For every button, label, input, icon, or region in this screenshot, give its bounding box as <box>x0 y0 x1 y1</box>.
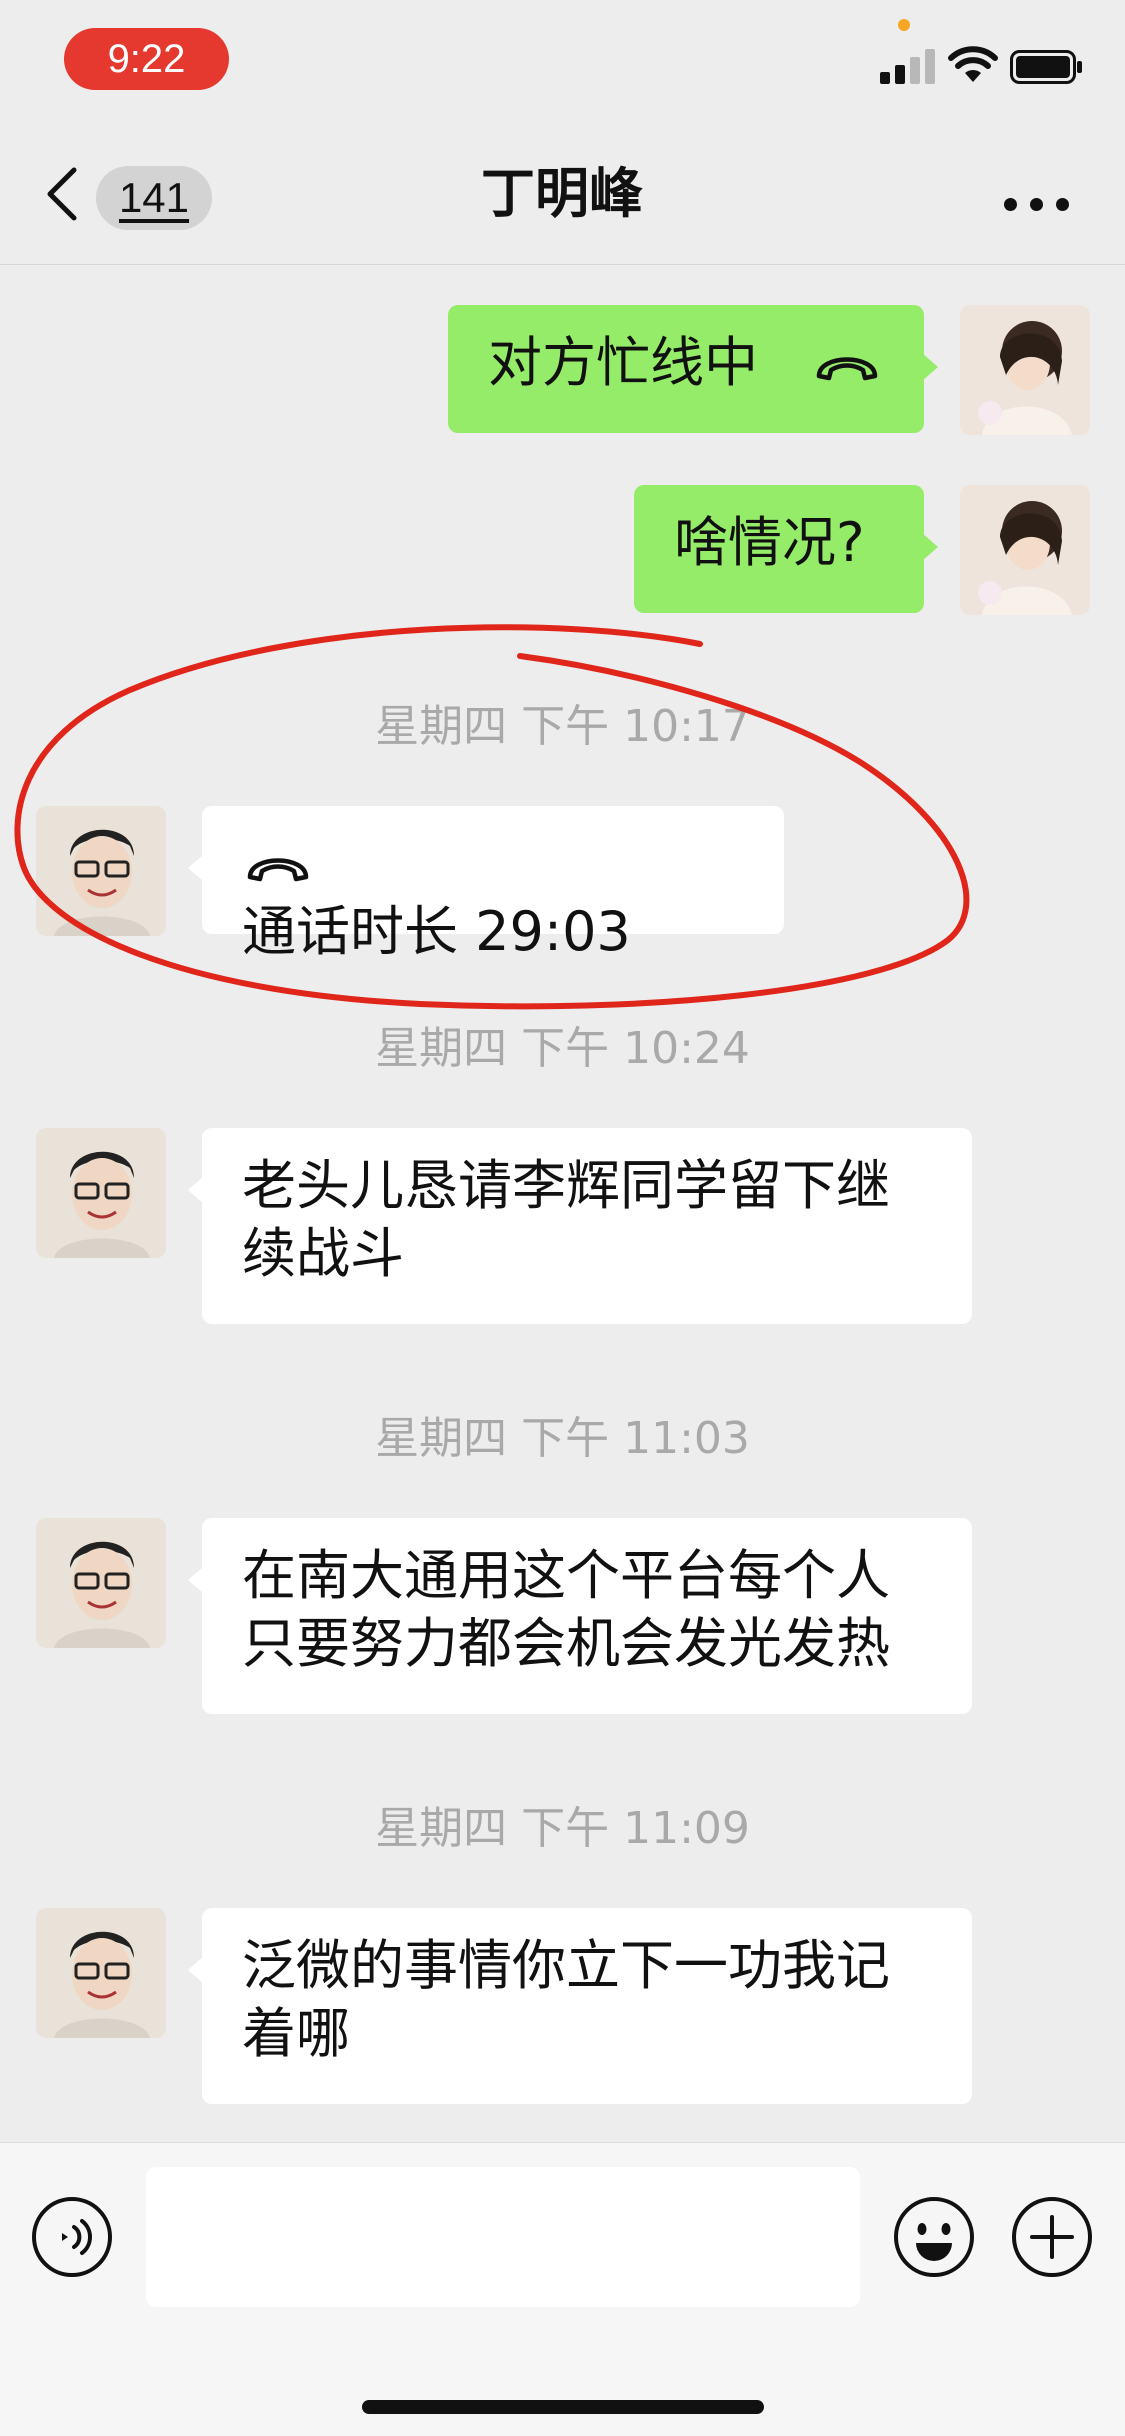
home-indicator[interactable] <box>362 2400 764 2414</box>
unread-count-badge[interactable]: 141 <box>96 166 212 230</box>
phone-hangup-icon <box>247 858 309 882</box>
message-text: 在南大通用这个平台每个人只要努力都会机会发光发热 <box>242 1544 890 1675</box>
message-text: 泛微的事情你立下一功我记着哪 <box>242 1934 890 2065</box>
my-avatar[interactable] <box>960 485 1090 615</box>
message-timestamp: 星期四 下午 11:09 <box>375 1803 750 1854</box>
outgoing-call-bubble[interactable]: 对方忙线中 <box>448 305 938 433</box>
battery-icon <box>1010 50 1082 84</box>
wifi-icon <box>948 46 998 82</box>
incoming-message-bubble[interactable]: 泛微的事情你立下一功我记着哪 <box>188 1908 972 2104</box>
message-text: 老头儿恳请李辉同学留下继续战斗 <box>242 1154 890 1285</box>
incoming-message-bubble[interactable]: 在南大通用这个平台每个人只要努力都会机会发光发热 <box>188 1518 972 1714</box>
chat-header: 141 丁明峰 <box>0 120 1125 265</box>
privacy-indicator <box>898 19 910 31</box>
contact-avatar[interactable] <box>36 806 166 936</box>
contact-avatar[interactable] <box>36 1128 166 1258</box>
message-input[interactable] <box>146 2167 860 2307</box>
contact-avatar[interactable] <box>36 1908 166 2038</box>
outgoing-message-bubble[interactable]: 啥情况? <box>634 485 938 613</box>
more-dots-icon[interactable] <box>1004 194 1070 214</box>
contact-avatar[interactable] <box>36 1518 166 1648</box>
my-avatar[interactable] <box>960 305 1090 435</box>
signal-icon <box>880 48 936 84</box>
chevron-left-icon[interactable] <box>44 166 80 222</box>
incoming-call-bubble[interactable]: 通话时长 29:03 <box>188 806 784 963</box>
status-time: 9:22 <box>64 28 229 90</box>
status-bar: 9:22 <box>0 0 1125 120</box>
message-timestamp: 星期四 下午 11:03 <box>375 1413 750 1464</box>
message-timestamp: 星期四 下午 10:17 <box>375 701 750 752</box>
phone-hangup-icon <box>816 357 878 381</box>
message-text: 啥情况? <box>674 511 865 574</box>
input-bar <box>0 2142 1125 2436</box>
message-text: 通话时长 29:03 <box>242 900 631 963</box>
plus-icon[interactable] <box>1010 2195 1094 2279</box>
chat-title: 丁明峰 <box>481 162 643 225</box>
voice-icon[interactable] <box>30 2195 114 2279</box>
incoming-message-bubble[interactable]: 老头儿恳请李辉同学留下继续战斗 <box>188 1128 972 1324</box>
emoji-icon[interactable] <box>892 2195 976 2279</box>
message-text: 对方忙线中 <box>488 331 758 394</box>
message-timestamp: 星期四 下午 10:24 <box>375 1023 750 1074</box>
